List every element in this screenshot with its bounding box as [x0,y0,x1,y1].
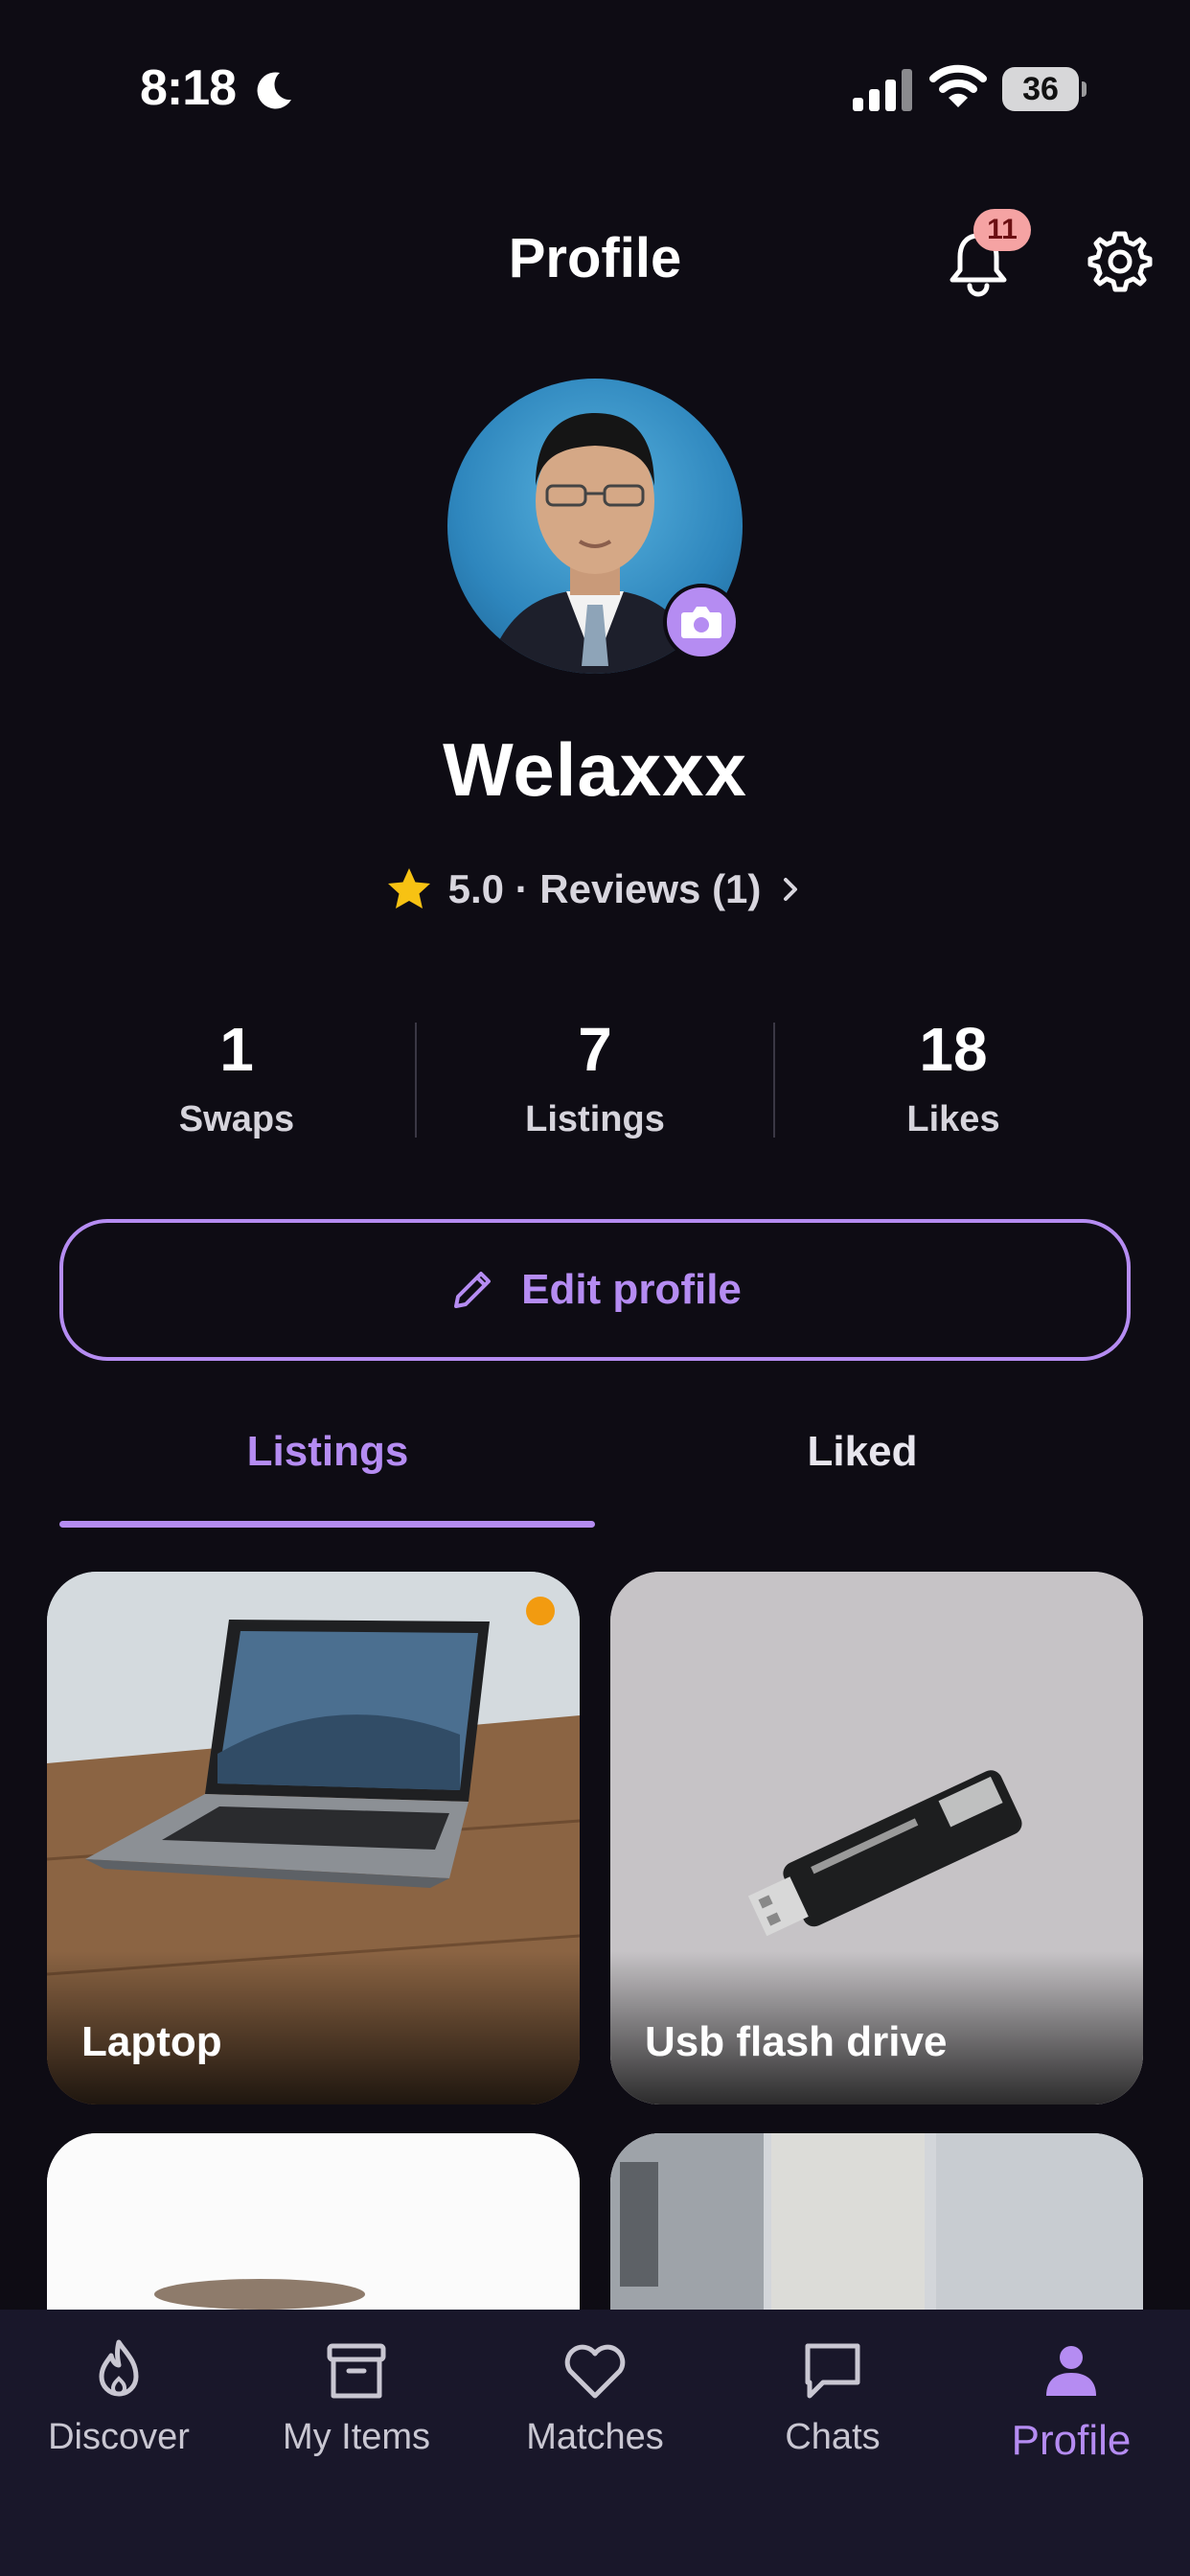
status-time: 8:18 [140,60,237,116]
listing-card-laptop[interactable]: Laptop [47,1572,580,2104]
stat-likes: 18 Likes [774,1011,1133,1140]
moon-icon [257,72,291,109]
nav-label: Discover [48,2417,190,2457]
chat-bubble-icon [805,2343,860,2399]
profile-stats: 1 Swaps 7 Listings 18 Likes [0,1011,1190,1145]
flame-icon [99,2339,139,2397]
nav-profile[interactable]: Profile [952,2334,1190,2465]
battery-level: 36 [1002,67,1079,111]
active-tab-indicator [59,1521,595,1528]
reviews-link[interactable]: 5.0 · Reviews (1) [0,861,1190,918]
change-photo-button[interactable] [663,584,740,660]
listing-card-usb-flash-drive[interactable]: Usb flash drive [610,1572,1143,2104]
nav-label: Chats [785,2417,881,2457]
rating-text: 5.0 · Reviews (1) [447,866,762,911]
listing-title: Laptop [81,2018,222,2065]
notification-badge: 11 [973,209,1031,251]
pencil-icon [454,1272,492,1308]
nav-label: Matches [526,2417,664,2457]
stat-value: 18 [919,1015,988,1084]
cellular-signal-icon [853,69,912,111]
gear-icon[interactable] [1087,228,1154,295]
listing-title: Usb flash drive [645,2018,948,2065]
stat-value: 1 [219,1015,254,1084]
tab-listings[interactable]: Listings [59,1428,596,1505]
archive-box-icon [327,2343,386,2399]
nav-label: Profile [1011,2417,1132,2464]
star-icon [387,868,430,908]
stat-listings: 7 Listings [416,1011,774,1140]
edit-profile-label: Edit profile [521,1266,742,1313]
battery-icon: 36 [1002,67,1087,111]
chevron-right-icon [784,878,798,901]
wifi-icon [929,64,987,107]
stat-label: Likes [906,1099,1000,1139]
stat-label: Swaps [178,1099,295,1139]
nav-matches[interactable]: Matches [476,2334,714,2458]
tab-liked[interactable]: Liked [594,1428,1131,1505]
home-indicator [412,2540,778,2553]
stat-value: 7 [578,1015,612,1084]
camera-icon [681,607,721,638]
stat-swaps: 1 Swaps [57,1011,416,1140]
heart-icon [564,2344,626,2399]
profile-name: Welaxxx [443,727,747,812]
stat-label: Listings [525,1099,665,1139]
edit-profile-button[interactable]: Edit profile [59,1219,1131,1361]
nav-label: My Items [282,2417,431,2457]
nav-discover[interactable]: Discover [0,2334,238,2458]
person-icon [1046,2346,1096,2396]
nav-chats[interactable]: Chats [714,2334,951,2458]
bottom-tab-bar: Discover My Items Matches Chats Profile [0,2310,1190,2576]
status-bar: 8:18 36 [0,0,1190,172]
nav-my-items[interactable]: My Items [238,2334,475,2458]
status-dot [526,1597,555,1625]
